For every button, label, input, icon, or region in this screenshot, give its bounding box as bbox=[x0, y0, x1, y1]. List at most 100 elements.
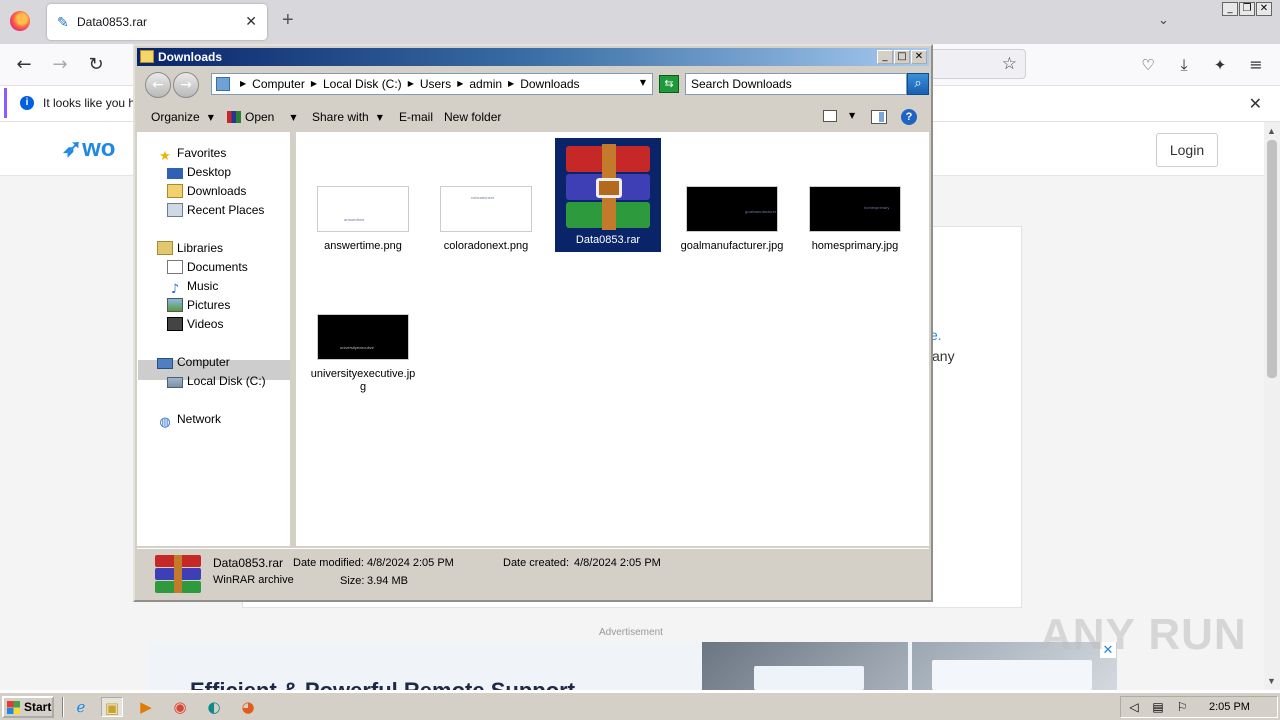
pocket-icon[interactable]: ♡ bbox=[1137, 54, 1159, 76]
network-tray-icon[interactable]: ▤ bbox=[1151, 700, 1165, 714]
file-name: homesprimary.jpg bbox=[811, 240, 899, 252]
explorer-icon[interactable]: ▣ bbox=[101, 697, 123, 717]
content-text-fragment: any bbox=[932, 348, 955, 364]
change-view-icon[interactable] bbox=[823, 110, 837, 122]
back-button[interactable]: ← bbox=[13, 54, 35, 76]
speaker-icon[interactable]: ◁ bbox=[1127, 700, 1141, 714]
restore-button[interactable]: ❐ bbox=[1239, 2, 1255, 16]
file-item-homesprimary[interactable]: homesprimary homesprimary.jpg bbox=[802, 186, 908, 253]
tree-favorites[interactable]: ★ Favorites bbox=[157, 144, 226, 164]
tree-music[interactable]: ♪ Music bbox=[167, 277, 219, 297]
reload-button[interactable]: ↻ bbox=[85, 54, 107, 76]
scroll-thumb[interactable] bbox=[1267, 140, 1277, 378]
search-icon[interactable]: ⌕ bbox=[907, 73, 929, 95]
address-dropdown-icon[interactable]: ▼ bbox=[640, 78, 646, 87]
file-item-universityexecutive[interactable]: universityexecutive universityexecutive.… bbox=[310, 314, 416, 394]
media-player-icon[interactable]: ▶ bbox=[135, 697, 157, 717]
url-bar[interactable]: ☆ bbox=[930, 49, 1026, 79]
search-input[interactable]: Search Downloads bbox=[685, 73, 907, 95]
file-item-data0853-rar[interactable]: Data0853.rar bbox=[555, 138, 661, 252]
menu-icon[interactable]: ≡ bbox=[1245, 54, 1267, 76]
email-button[interactable]: E-mail bbox=[399, 110, 433, 124]
tree-recent-places[interactable]: Recent Places bbox=[167, 201, 264, 219]
chevron-right-icon[interactable]: ▶ bbox=[311, 79, 317, 88]
explorer-window-controls: _ □ ✕ bbox=[877, 50, 927, 64]
view-dropdown-icon[interactable]: ▼ bbox=[849, 111, 855, 120]
date-modified-label: Date modified: bbox=[293, 557, 364, 569]
new-folder-button[interactable]: New folder bbox=[444, 110, 501, 124]
tree-libraries[interactable]: Libraries bbox=[157, 239, 223, 257]
share-with-button[interactable]: Share with ▼ bbox=[312, 110, 383, 124]
tree-computer[interactable]: Computer bbox=[157, 353, 230, 371]
minimize-button[interactable]: _ bbox=[877, 50, 893, 64]
pictures-icon bbox=[167, 298, 183, 312]
notification-close-icon[interactable]: ✕ bbox=[1249, 94, 1262, 114]
browser-window-controls: _ ❐ ✕ bbox=[1222, 2, 1272, 16]
new-tab-button[interactable]: + bbox=[282, 10, 294, 30]
dropdown-arrow-icon[interactable]: ▼ bbox=[290, 113, 296, 122]
open-button[interactable]: Open ▼ bbox=[227, 110, 297, 124]
breadcrumb-admin[interactable]: admin bbox=[469, 77, 502, 91]
tree-desktop[interactable]: Desktop bbox=[167, 163, 231, 181]
forward-button[interactable]: → bbox=[49, 54, 71, 76]
minimize-button[interactable]: _ bbox=[1222, 2, 1238, 16]
login-button[interactable]: Login bbox=[1156, 133, 1218, 167]
preview-pane-icon[interactable] bbox=[871, 110, 887, 124]
tree-network[interactable]: ◍ Network bbox=[157, 410, 221, 430]
system-tray: ◁ ▤ ⚐ 2:05 PM bbox=[1120, 696, 1278, 718]
details-file-type: WinRAR archive bbox=[213, 574, 294, 586]
breadcrumb-users[interactable]: Users bbox=[420, 77, 451, 91]
explorer-title-bar[interactable]: Downloads _ □ ✕ bbox=[137, 48, 929, 66]
organize-button[interactable]: Organize ▼ bbox=[151, 110, 214, 124]
chevron-right-icon[interactable]: ▶ bbox=[457, 79, 463, 88]
rocket-icon: ➶ bbox=[62, 135, 83, 162]
start-button[interactable]: Start bbox=[2, 696, 54, 718]
close-button[interactable]: ✕ bbox=[911, 50, 927, 64]
site-logo[interactable]: ➶wo bbox=[62, 134, 115, 163]
breadcrumb-local-disk[interactable]: Local Disk (C:) bbox=[323, 77, 402, 91]
scroll-down-icon[interactable]: ▼ bbox=[1267, 676, 1276, 686]
file-item-answertime[interactable]: answertime answertime.png bbox=[310, 186, 416, 253]
chrome-icon[interactable]: ◉ bbox=[169, 697, 191, 717]
clock[interactable]: 2:05 PM bbox=[1209, 701, 1250, 713]
chevron-right-icon[interactable]: ▶ bbox=[240, 79, 246, 88]
firefox-logo-icon[interactable] bbox=[10, 11, 30, 31]
chevron-right-icon[interactable]: ▶ bbox=[408, 79, 414, 88]
breadcrumb-downloads[interactable]: Downloads bbox=[520, 77, 579, 91]
tab-data0853[interactable]: ✎ Data0853.rar ✕ bbox=[47, 4, 267, 40]
files-pane: answertime answertime.png coloradonext c… bbox=[296, 132, 929, 546]
file-item-coloradonext[interactable]: coloradonext coloradonext.png bbox=[433, 186, 539, 253]
edge-icon[interactable]: ◐ bbox=[203, 697, 225, 717]
file-item-goalmanufacturer[interactable]: goalmanufacturer goalmanufacturer.jpg bbox=[679, 186, 785, 253]
list-all-tabs-icon[interactable]: ⌄ bbox=[1158, 12, 1169, 28]
firefox-icon[interactable]: ◕ bbox=[237, 697, 259, 717]
forward-button[interactable]: → bbox=[173, 72, 199, 98]
extensions-icon[interactable]: ✦ bbox=[1209, 54, 1231, 76]
documents-icon bbox=[167, 260, 183, 274]
tree-local-disk[interactable]: Local Disk (C:) bbox=[167, 372, 266, 390]
tree-documents[interactable]: Documents bbox=[167, 258, 248, 276]
tree-videos[interactable]: Videos bbox=[167, 315, 223, 333]
taskbar-separator bbox=[62, 697, 64, 717]
tree-pictures[interactable]: Pictures bbox=[167, 296, 230, 314]
action-center-flag-icon[interactable]: ⚐ bbox=[1175, 700, 1189, 714]
chevron-right-icon[interactable]: ▶ bbox=[508, 79, 514, 88]
details-pane: Data0853.rar WinRAR archive Date modifie… bbox=[137, 548, 929, 598]
window-title: Downloads bbox=[158, 50, 223, 64]
scroll-up-icon[interactable]: ▲ bbox=[1267, 126, 1276, 136]
maximize-button[interactable]: □ bbox=[894, 50, 910, 64]
page-scrollbar[interactable]: ▲ ▼ bbox=[1264, 122, 1280, 690]
address-bar[interactable]: ▶ Computer ▶ Local Disk (C:) ▶ Users ▶ admin ▶ Do… bbox=[211, 73, 653, 95]
tab-close-icon[interactable]: ✕ bbox=[245, 13, 257, 30]
libraries-icon bbox=[157, 241, 173, 255]
breadcrumb-computer[interactable]: Computer bbox=[252, 77, 305, 91]
refresh-icon[interactable]: ⇆ bbox=[659, 75, 679, 93]
close-button[interactable]: ✕ bbox=[1256, 2, 1272, 16]
tree-downloads[interactable]: Downloads bbox=[167, 182, 246, 200]
bookmark-star-icon[interactable]: ☆ bbox=[1002, 54, 1017, 74]
ie-icon[interactable]: ℯ bbox=[70, 697, 92, 717]
ad-banner[interactable]: Efficient & Powerful Remote Support ✕ bbox=[148, 642, 1117, 690]
help-icon[interactable]: ? bbox=[901, 109, 917, 125]
back-button[interactable]: ← bbox=[145, 72, 171, 98]
download-icon[interactable]: ⤓ bbox=[1173, 54, 1195, 76]
